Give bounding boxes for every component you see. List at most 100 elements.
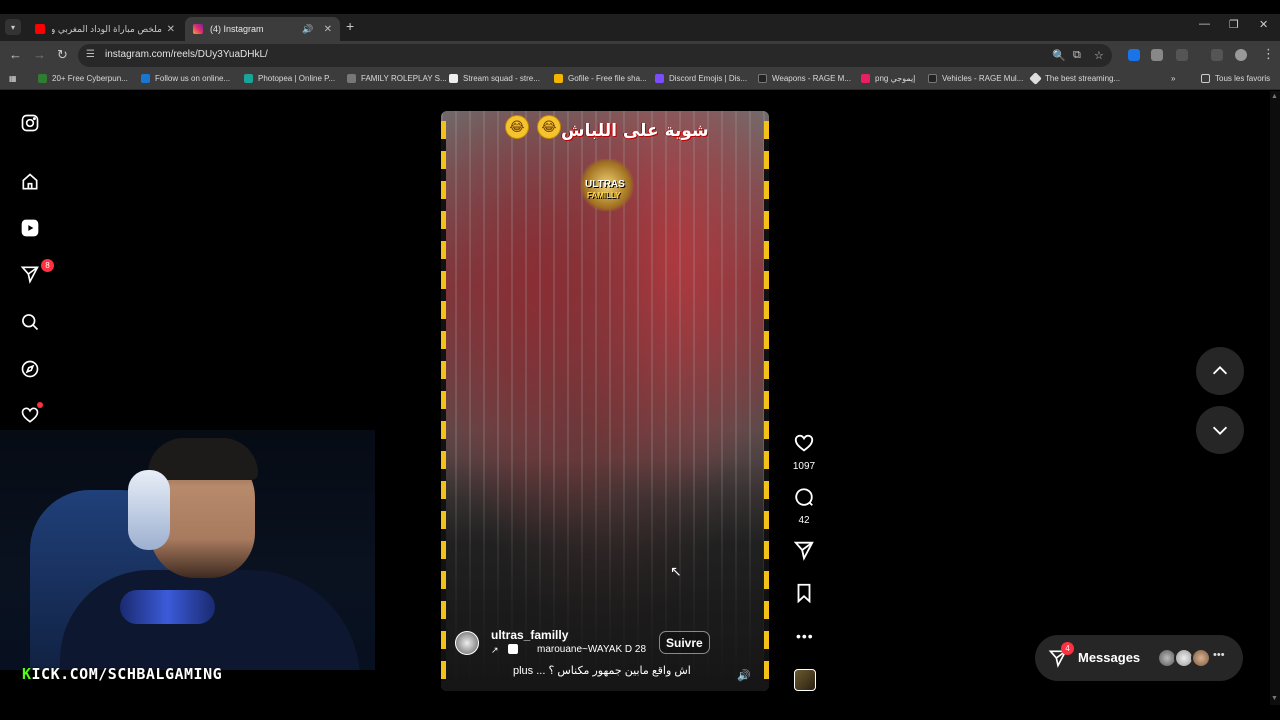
reel-video[interactable]: 😂 😂 شوية على اللباش ULTRAS FAMILLY ultra… <box>441 111 769 691</box>
comment-icon <box>795 488 813 506</box>
instagram-favicon-icon <box>193 24 203 34</box>
bookmark-item[interactable]: 20+ Free Cyberpun... <box>38 74 128 83</box>
restore-icon[interactable]: ❐ <box>1229 18 1239 31</box>
bookmark-icon <box>797 583 811 604</box>
streamer-hair <box>148 438 258 480</box>
new-tab-icon[interactable]: + <box>346 18 354 34</box>
bookmark-favicon <box>758 74 767 83</box>
bookmark-item[interactable]: FAMILY ROLEPLAY S... <box>347 74 447 83</box>
video-border-left <box>441 121 446 681</box>
audio-thumbnail[interactable] <box>794 669 816 691</box>
explore-icon[interactable] <box>19 358 41 380</box>
search-icon[interactable] <box>19 311 41 333</box>
contact-avatar <box>1191 648 1211 668</box>
comment-count: 42 <box>798 515 810 526</box>
kick-channel-overlay: KICK.COM/SCHBALGAMING <box>22 665 223 683</box>
apps-grid-icon[interactable]: ▦ <box>9 74 17 83</box>
scroll-down-icon[interactable]: ▼ <box>1271 695 1278 702</box>
bookmark-favicon <box>449 74 458 83</box>
page-scrollbar[interactable]: ▲ ▼ <box>1270 91 1280 705</box>
audio-track[interactable]: marouane~WAYAK D 28 <box>537 644 646 655</box>
webcam-overlay <box>0 430 375 670</box>
bookmark-item[interactable]: Gofile - Free file sha... <box>554 74 647 83</box>
bookmark-item[interactable]: Follow us on online... <box>141 74 230 83</box>
messages-icon[interactable]: 8 <box>19 259 54 285</box>
follow-button[interactable]: Suivre <box>659 631 710 654</box>
ultras-familly-logo: ULTRAS FAMILLY <box>579 159 635 211</box>
share-icon <box>793 541 814 561</box>
video-title-text: شوية على اللباش <box>561 121 709 141</box>
menu-kebab-icon[interactable]: ⋮ <box>1262 46 1275 62</box>
instagram-logo-icon[interactable] <box>19 112 41 134</box>
tab-search-icon[interactable]: ▾ <box>5 19 21 35</box>
chevron-up-icon <box>1212 366 1228 375</box>
youtube-icon <box>35 24 45 34</box>
close-tab-icon[interactable]: ✕ <box>324 24 332 35</box>
bookmark-item[interactable]: Weapons - RAGE M... <box>758 74 851 83</box>
close-window-icon[interactable]: ✕ <box>1259 18 1268 31</box>
bookmark-item[interactable]: Discord Emojis | Dis... <box>655 74 747 83</box>
bookmark-favicon <box>655 74 664 83</box>
reels-icon[interactable] <box>19 217 41 239</box>
site-info-icon[interactable]: ☰ <box>86 49 95 60</box>
all-bookmarks[interactable]: Tous les favoris <box>1201 74 1270 83</box>
extension-icon[interactable] <box>1151 49 1163 61</box>
save-button[interactable] <box>792 582 816 609</box>
author-avatar[interactable] <box>455 631 479 655</box>
forward-icon[interactable]: → <box>33 47 46 62</box>
notification-badge: 8 <box>41 259 54 272</box>
comment-button[interactable]: 42 <box>792 486 816 526</box>
heart-icon <box>794 434 814 452</box>
extension-icon[interactable] <box>1128 49 1140 61</box>
speaker-icon[interactable]: 🔊 <box>302 24 313 35</box>
install-icon[interactable]: ⧉ <box>1073 49 1081 62</box>
author-username[interactable]: ultras_familly <box>491 628 568 642</box>
profile-icon[interactable] <box>1235 49 1247 61</box>
messages-badge: 4 <box>1061 642 1074 655</box>
minimize-icon[interactable]: — <box>1199 18 1210 30</box>
audio-arrow-icon: ↗ <box>491 645 499 655</box>
reel-footer: ultras_familly Suivre ↗ marouane~WAYAK D… <box>441 623 769 691</box>
tab-youtube[interactable]: ملخص مباراة الوداد المغربي وعز ✕ <box>27 17 183 41</box>
tab-strip: ملخص مباراة الوداد المغربي وعز ✕ (4) Ins… <box>0 14 1280 41</box>
more-bookmarks-icon[interactable]: » <box>1171 74 1175 83</box>
bookmark-item[interactable]: The best streaming... <box>1029 72 1120 85</box>
back-icon[interactable]: ← <box>9 47 22 62</box>
messages-pill[interactable]: 4 Messages ••• <box>1035 635 1243 681</box>
bookmark-item[interactable]: Vehicles - RAGE Mul... <box>928 74 1023 83</box>
more-options-icon[interactable]: ••• <box>796 628 814 644</box>
tab-instagram[interactable]: (4) Instagram 🔊 ✕ <box>185 17 340 41</box>
next-reel-button[interactable] <box>1196 406 1244 454</box>
toolbar: ← → ↻ ☰ instagram.com/reels/DUy3YuaDHkL/… <box>0 41 1280 70</box>
reload-icon[interactable]: ↻ <box>57 47 68 63</box>
laughing-emoji-icon: 😂 <box>537 115 561 139</box>
close-tab-icon[interactable]: ✕ <box>167 24 175 35</box>
like-count: 1097 <box>792 461 816 472</box>
url-text[interactable]: instagram.com/reels/DUy3YuaDHkL/ <box>105 49 268 60</box>
bookmark-favicon <box>141 74 150 83</box>
laughing-emoji-icon: 😂 <box>505 115 529 139</box>
bookmark-item[interactable]: Stream squad - stre... <box>449 74 540 83</box>
mouse-cursor-icon: ↖ <box>670 563 682 579</box>
window-bottom-edge <box>0 705 1280 720</box>
extensions-puzzle-icon[interactable] <box>1176 49 1188 61</box>
address-bar[interactable]: ☰ instagram.com/reels/DUy3YuaDHkL/ 🔍 ⧉ ☆ <box>78 44 1112 67</box>
volume-icon[interactable]: 🔊 <box>737 669 751 682</box>
tab-label: (4) Instagram <box>210 24 264 34</box>
heart-notifications-icon[interactable] <box>19 402 43 426</box>
folder-icon <box>1201 74 1210 83</box>
bookmark-star-icon[interactable]: ☆ <box>1094 49 1104 62</box>
reel-caption[interactable]: اش واقع مابين جمهور مكناس ؟ ... plus <box>513 664 691 677</box>
media-control-icon[interactable] <box>1211 49 1223 61</box>
zoom-icon[interactable]: 🔍 <box>1052 49 1066 62</box>
like-button[interactable]: 1097 <box>792 432 816 472</box>
bookmark-item[interactable]: png إيموجي <box>861 74 915 83</box>
video-border-right <box>764 121 769 681</box>
bookmark-item[interactable]: Photopea | Online P... <box>244 74 335 83</box>
bookmark-favicon <box>1029 72 1042 85</box>
scroll-up-icon[interactable]: ▲ <box>1271 93 1278 100</box>
previous-reel-button[interactable] <box>1196 347 1244 395</box>
share-button[interactable] <box>792 539 816 566</box>
home-icon[interactable] <box>19 171 41 193</box>
tab-label: ملخص مباراة الوداد المغربي وعز <box>52 23 162 34</box>
